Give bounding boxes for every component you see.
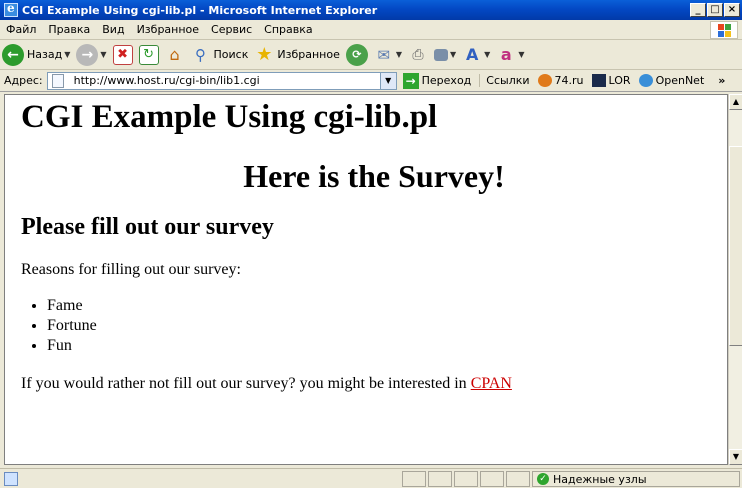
- reasons-text: Reasons for filling out our survey:: [21, 261, 241, 278]
- favorites-button[interactable]: ★ Избранное: [254, 44, 340, 65]
- favorites-label: Избранное: [277, 48, 340, 61]
- home-button[interactable]: ⌂: [165, 45, 185, 65]
- go-label: Переход: [421, 74, 472, 87]
- menu-view[interactable]: Вид: [96, 23, 130, 36]
- address-url[interactable]: http://www.host.ru/cgi-bin/lib1.cgi: [74, 74, 380, 87]
- stop-icon: ✖: [112, 44, 133, 65]
- list-item: Fun: [47, 336, 727, 356]
- refresh-icon: ↻: [138, 44, 159, 65]
- address-bar: Адрес: http://www.host.ru/cgi-bin/lib1.c…: [0, 70, 742, 92]
- checkmark-icon: ✓: [537, 473, 549, 485]
- more-links-icon[interactable]: »: [718, 74, 725, 87]
- chevron-down-icon[interactable]: ▼: [484, 50, 490, 59]
- status-cell: [428, 471, 452, 487]
- menu-tools[interactable]: Сервис: [205, 23, 258, 36]
- window-controls: _ □ ×: [690, 3, 740, 17]
- vertical-scrollbar[interactable]: ▲ ▼: [728, 94, 742, 465]
- section-heading: Please fill out our survey: [21, 214, 274, 240]
- link-74ru[interactable]: 74.ru: [537, 74, 584, 87]
- back-label: Назад: [27, 48, 63, 61]
- list-item: Fame: [47, 296, 727, 316]
- minimize-button[interactable]: _: [690, 3, 706, 17]
- encoding-icon: a: [500, 45, 512, 64]
- search-label: Поиск: [213, 48, 249, 61]
- opennet-icon: [638, 74, 653, 87]
- toolbar: ← Назад ▼ → ▼ ✖ ↻ ⌂ ⚲ Поиск ★ Избранное …: [0, 40, 742, 70]
- window-title: CGI Example Using cgi-lib.pl - Microsoft…: [22, 3, 378, 17]
- footer-paragraph: If you would rather not fill out our sur…: [21, 374, 727, 394]
- chevron-down-icon[interactable]: ▼: [518, 50, 524, 59]
- refresh-button[interactable]: ↻: [138, 44, 159, 65]
- status-cells: [402, 471, 532, 487]
- address-dropdown-icon[interactable]: ▼: [379, 72, 396, 89]
- status-cell: [402, 471, 426, 487]
- status-cell: [480, 471, 504, 487]
- font-size-icon: A: [465, 45, 479, 64]
- go-button[interactable]: → Переход: [402, 72, 472, 89]
- menu-favorites[interactable]: Избранное: [131, 23, 205, 36]
- mail-button[interactable]: ✉ ▼: [374, 45, 402, 65]
- page-icon: [51, 73, 64, 88]
- status-bar: ✓ Надежные узлы: [0, 468, 742, 488]
- address-input[interactable]: http://www.host.ru/cgi-bin/lib1.cgi ▼: [46, 71, 397, 90]
- go-arrow-icon: →: [402, 72, 419, 89]
- stop-button[interactable]: ✖: [112, 44, 133, 65]
- reasons-list: Fame Fortune Fun: [21, 296, 727, 356]
- status-cell: [506, 471, 530, 487]
- menu-edit[interactable]: Правка: [42, 23, 96, 36]
- link-74ru-label: 74.ru: [554, 74, 584, 87]
- zone-label: Надежные узлы: [553, 472, 647, 486]
- maximize-button[interactable]: □: [707, 3, 723, 17]
- link-lor-label: LOR: [608, 74, 631, 87]
- forward-arrow-icon: →: [76, 43, 99, 66]
- ie-icon: [4, 1, 18, 17]
- page-content: CGI Example Using cgi-lib.pl Here is the…: [4, 94, 728, 465]
- links-label[interactable]: Ссылки: [486, 74, 529, 87]
- search-button[interactable]: ⚲ Поиск: [191, 45, 249, 65]
- scroll-thumb[interactable]: [729, 146, 742, 346]
- menu-file[interactable]: Файл: [0, 23, 42, 36]
- mail-icon: ✉: [377, 45, 391, 64]
- forward-button[interactable]: → ▼: [76, 43, 107, 66]
- edit-icon: [434, 48, 448, 61]
- page-title: CGI Example Using cgi-lib.pl: [21, 99, 438, 135]
- chevron-down-icon[interactable]: ▼: [64, 50, 70, 59]
- home-icon: ⌂: [169, 45, 180, 64]
- survey-heading: Here is the Survey!: [243, 158, 505, 194]
- back-button[interactable]: ← Назад ▼: [2, 43, 70, 66]
- lor-icon: [591, 74, 606, 87]
- security-zone[interactable]: ✓ Надежные узлы: [532, 471, 740, 487]
- star-icon: ★: [256, 44, 273, 65]
- list-item: Fortune: [47, 316, 727, 336]
- status-cell: [454, 471, 478, 487]
- back-arrow-icon: ←: [2, 43, 24, 66]
- link-opennet[interactable]: OpenNet: [638, 74, 705, 87]
- printer-icon: ⎙: [412, 46, 424, 63]
- links-bar: Ссылки 74.ru LOR OpenNet »: [479, 74, 725, 87]
- windows-logo-icon: [710, 21, 738, 39]
- page-status-icon: [4, 471, 18, 486]
- address-label: Адрес:: [4, 74, 43, 87]
- menu-help[interactable]: Справка: [258, 23, 318, 36]
- scroll-up-icon[interactable]: ▲: [729, 94, 742, 110]
- cpan-link[interactable]: CPAN: [471, 375, 512, 392]
- scroll-down-icon[interactable]: ▼: [729, 449, 742, 465]
- chevron-down-icon[interactable]: ▼: [100, 50, 106, 59]
- title-bar: CGI Example Using cgi-lib.pl - Microsoft…: [0, 0, 742, 20]
- footer-text: If you would rather not fill out our sur…: [21, 375, 471, 392]
- chevron-down-icon[interactable]: ▼: [396, 50, 402, 59]
- menu-bar: Файл Правка Вид Избранное Сервис Справка: [0, 20, 742, 40]
- search-icon: ⚲: [195, 45, 207, 64]
- font-size-button[interactable]: A ▼: [462, 45, 490, 65]
- link-opennet-label: OpenNet: [655, 74, 705, 87]
- link-lor[interactable]: LOR: [591, 74, 631, 87]
- close-button[interactable]: ×: [724, 3, 740, 17]
- 74ru-icon: [537, 74, 552, 87]
- encoding-button[interactable]: a ▼: [496, 45, 525, 65]
- chevron-down-icon[interactable]: ▼: [450, 50, 456, 59]
- print-button[interactable]: ⎙: [408, 45, 428, 65]
- history-button[interactable]: ⟳: [345, 43, 368, 66]
- edit-button[interactable]: ▼: [434, 48, 456, 61]
- history-icon: ⟳: [345, 43, 368, 66]
